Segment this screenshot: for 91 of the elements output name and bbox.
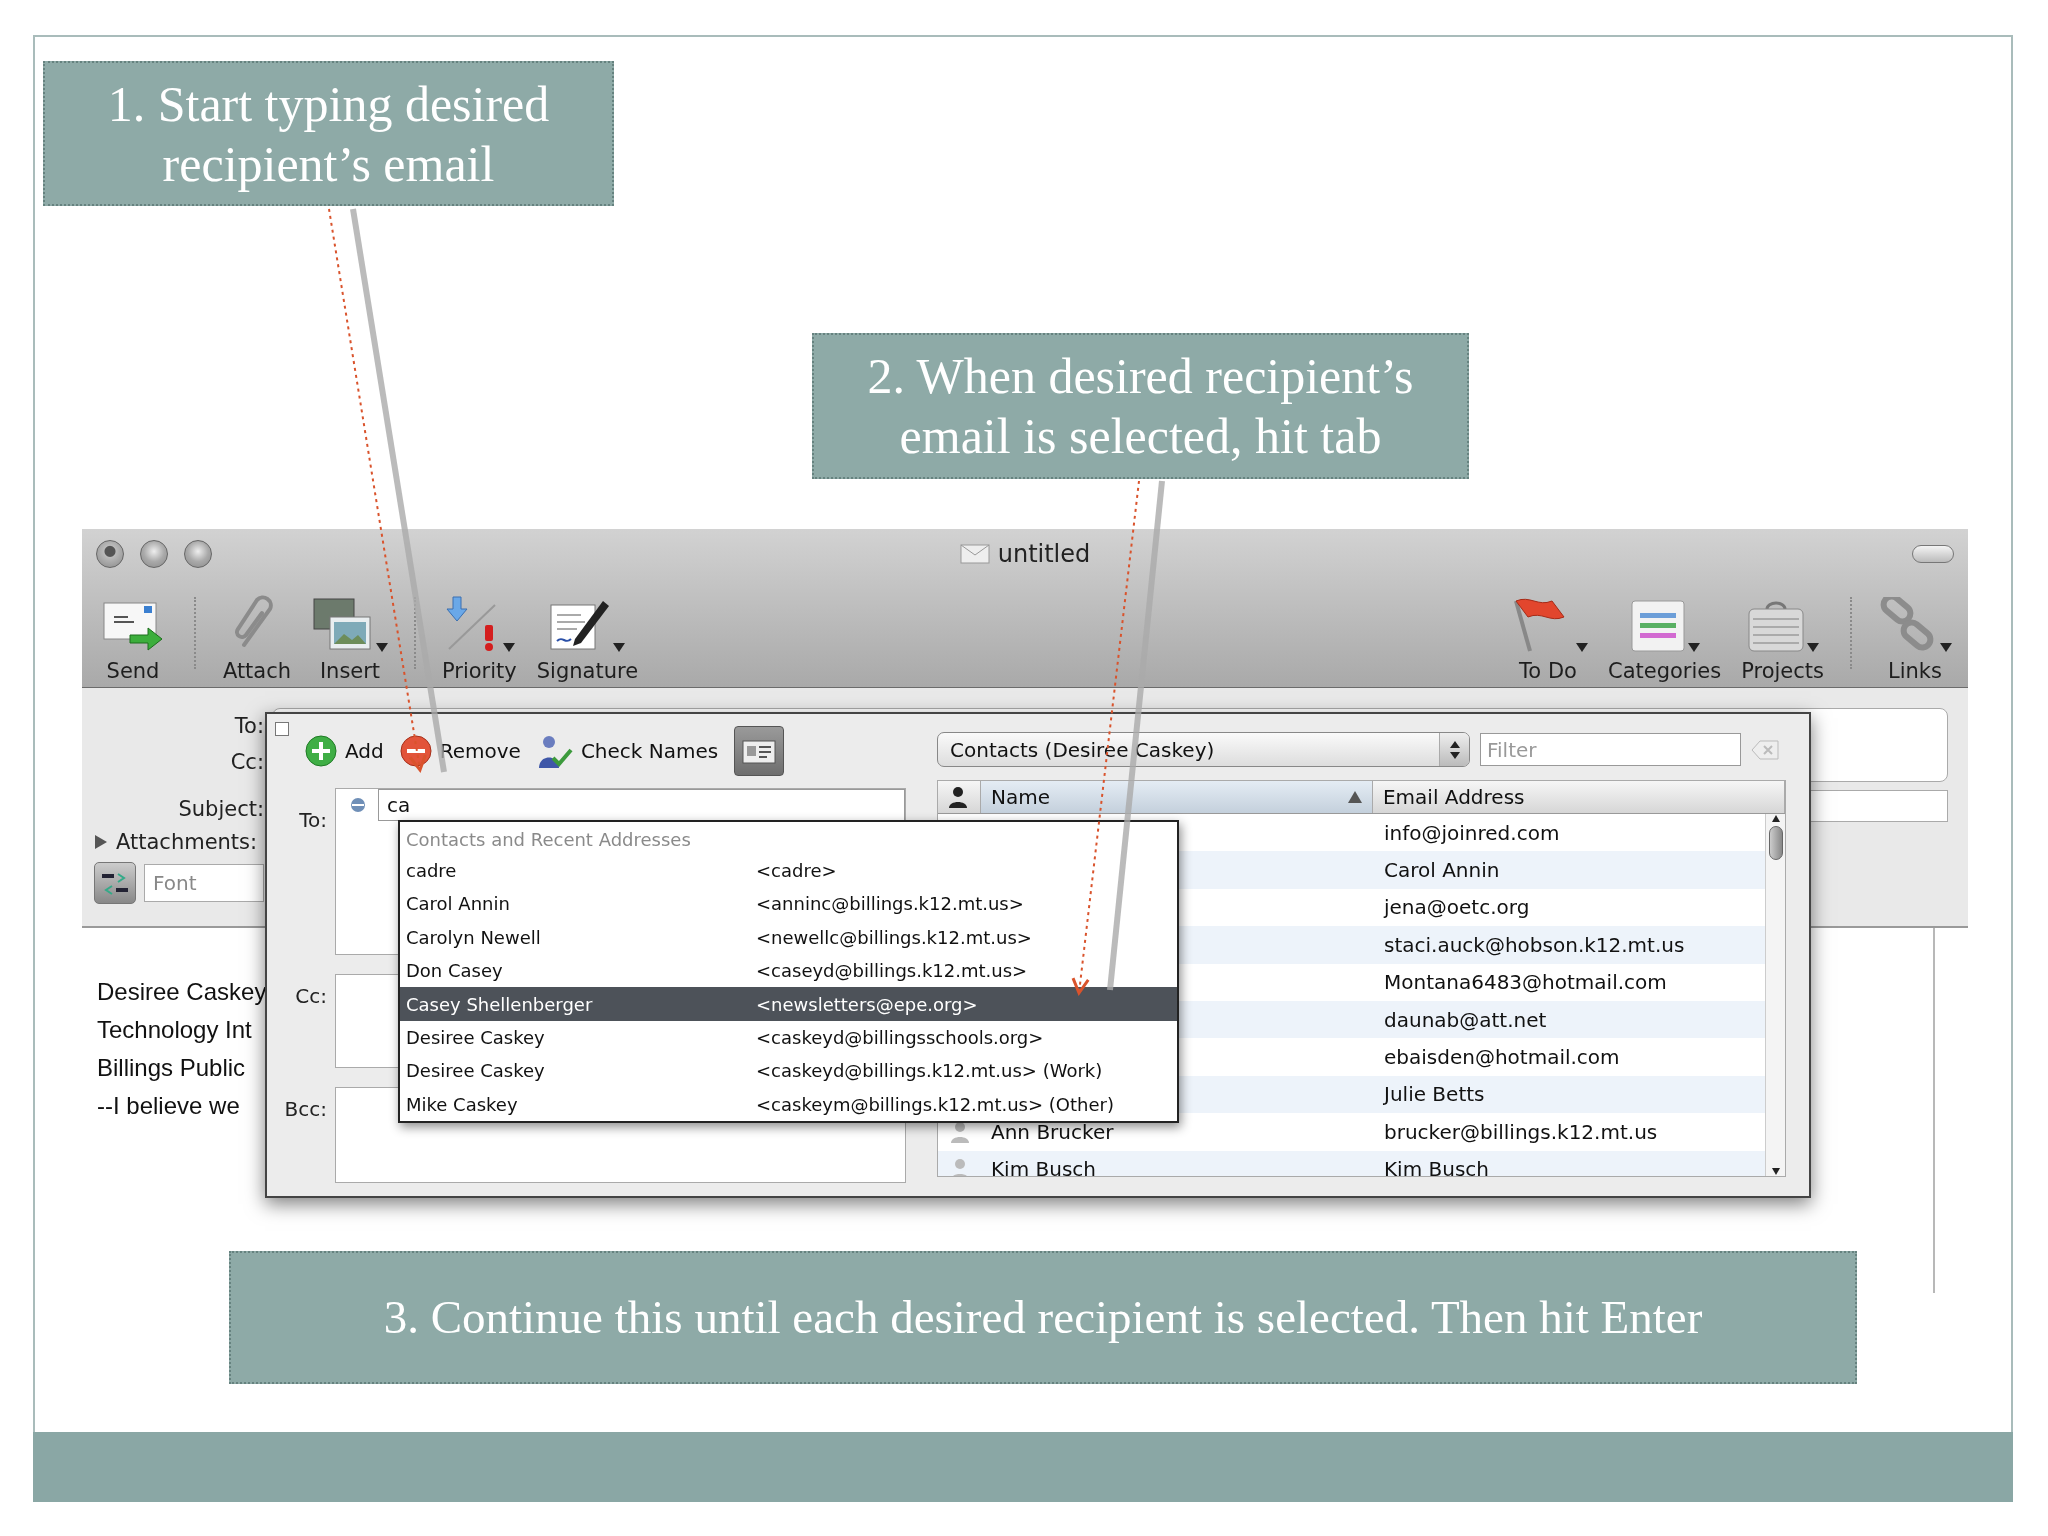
contact-address: <caskeyd@billingsschools.org> bbox=[756, 1027, 1044, 1049]
toolbar-button[interactable]: Check Names bbox=[536, 734, 719, 768]
table-cell: info@joinred.com bbox=[1384, 820, 1560, 845]
suggestion-item[interactable]: Carolyn Newell <newellc@billings.k12.mt.us> bbox=[400, 920, 1177, 955]
contact-name: Desiree Caskey bbox=[406, 1060, 546, 1082]
contacts-select[interactable]: Contacts (Desiree Caskey) bbox=[937, 732, 1470, 767]
table-cell: daunab@att.net bbox=[1384, 1007, 1547, 1032]
table-cell: Kim Busch bbox=[991, 1157, 1096, 1176]
contact-address: <newellc@billings.k12.mt.us> bbox=[756, 926, 1032, 948]
film-photo-icon bbox=[312, 597, 374, 653]
minus-icon bbox=[399, 735, 432, 767]
table-cell: ebaisden@hotmail.com bbox=[1384, 1045, 1620, 1070]
briefcase-icon bbox=[1746, 599, 1805, 653]
field-label: Cc: bbox=[230, 750, 264, 774]
person-icon bbox=[949, 1120, 970, 1143]
contact-address: <newsletters@epe.org> bbox=[756, 993, 978, 1015]
minimize-button[interactable] bbox=[140, 540, 168, 568]
contact-name: cadre bbox=[406, 860, 458, 882]
contact-name: Don Casey bbox=[406, 960, 504, 982]
table-cell: jena@oetc.org bbox=[1384, 895, 1530, 920]
plus-icon bbox=[305, 735, 337, 767]
list-icon bbox=[1629, 599, 1686, 653]
message-text: Technology Int bbox=[97, 1016, 252, 1044]
window-title: untitled bbox=[997, 540, 1091, 568]
suggestion-item[interactable]: Desiree Caskey <caskeyd@billings.k12.mt.us> (Work) bbox=[400, 1054, 1177, 1088]
close-button[interactable] bbox=[96, 540, 124, 568]
stepper-arrows-icon bbox=[1448, 739, 1461, 760]
address-card-button[interactable] bbox=[734, 726, 785, 776]
contact-name: Casey Shellenberger bbox=[406, 993, 594, 1015]
field-label: To: bbox=[298, 807, 327, 834]
toolbar-button[interactable]: Remove bbox=[399, 735, 521, 767]
toolbar-button[interactable]: Send bbox=[90, 579, 176, 683]
field-label: To: bbox=[234, 714, 264, 738]
toolbar-button[interactable]: To Do bbox=[1500, 579, 1596, 683]
contact-name: Carol Annin bbox=[406, 893, 511, 915]
contact-name: Desiree Caskey bbox=[406, 1027, 546, 1049]
field-label: Bcc: bbox=[283, 1096, 327, 1123]
person-check-icon bbox=[536, 734, 573, 768]
status-dot-icon bbox=[350, 797, 366, 813]
toolbar-button[interactable]: Categories bbox=[1600, 579, 1730, 683]
contact-name: Carolyn Newell bbox=[406, 926, 542, 948]
message-text: Desiree Caskey bbox=[97, 978, 267, 1006]
contact-address: <anninc@billings.k12.mt.us> bbox=[756, 893, 1024, 915]
format-button[interactable] bbox=[94, 862, 136, 904]
attachments-toggle[interactable]: Attachments: bbox=[94, 830, 258, 854]
address-input[interactable]: ca bbox=[378, 789, 905, 821]
contact-address: <cadre> bbox=[756, 860, 837, 882]
suggestion-item[interactable]: Desiree Caskey <caskeyd@billingsschools.org> bbox=[400, 1020, 1177, 1055]
table-cell: staci.auck@hobson.k12.mt.us bbox=[1384, 932, 1685, 957]
table-cell: Montana6483@hotmail.com bbox=[1384, 970, 1667, 995]
envelope-icon bbox=[959, 544, 990, 564]
person-icon bbox=[948, 786, 968, 808]
toolbar-toggle-button[interactable] bbox=[1912, 545, 1954, 563]
table-cell: Ann Brucker bbox=[991, 1119, 1114, 1144]
scroll-bar[interactable] bbox=[1765, 814, 1785, 1176]
callout-text: 1. Start typing desired recipient’s email bbox=[43, 61, 614, 206]
contact-address: <caskeym@billings.k12.mt.us> (Other) bbox=[756, 1093, 1114, 1115]
filter-field[interactable]: Filter bbox=[1480, 733, 1741, 766]
field-label: Cc: bbox=[294, 983, 327, 1010]
suggestion-item[interactable]: Mike Caskey <caskeym@billings.k12.mt.us> (Other) bbox=[400, 1087, 1177, 1122]
message-text: --I believe we bbox=[97, 1092, 240, 1120]
toolbar-button[interactable]: Projects bbox=[1733, 579, 1832, 683]
toolbar-button[interactable]: Links bbox=[1870, 579, 1960, 683]
callout-text: 3. Continue this until each desired recipient is selected. Then hit Enter bbox=[229, 1251, 1857, 1384]
message-text: Billings Public bbox=[97, 1054, 246, 1082]
suggestion-item[interactable]: cadre <cadre> bbox=[400, 853, 1177, 888]
table-cell: Carol Annin bbox=[1384, 858, 1500, 883]
toolbar-button[interactable]: Add bbox=[305, 735, 384, 767]
column-header[interactable]: Name bbox=[980, 781, 1373, 813]
address-card-icon bbox=[742, 737, 777, 765]
callout-text: 2. When desired recipient’s email is selected, hit tab bbox=[812, 333, 1469, 479]
table-cell: Kim Busch bbox=[1384, 1157, 1489, 1176]
contact-address: <caskeyd@billings.k12.mt.us> (Work) bbox=[756, 1060, 1103, 1082]
list-heading: Contacts and Recent Addresses bbox=[405, 827, 692, 852]
zoom-button[interactable] bbox=[184, 540, 212, 568]
suggestion-item[interactable]: Casey Shellenberger <newsletters@epe.org> bbox=[400, 987, 1177, 1021]
table-cell: Julie Betts bbox=[1384, 1082, 1485, 1107]
checkbox[interactable] bbox=[275, 722, 289, 736]
font-field[interactable]: Font bbox=[144, 864, 264, 902]
table-cell: brucker@billings.k12.mt.us bbox=[1384, 1119, 1658, 1144]
field-label: Subject: bbox=[178, 797, 264, 821]
sort-arrow-icon bbox=[1348, 791, 1362, 803]
contact-name: Mike Caskey bbox=[406, 1093, 519, 1115]
column-header[interactable]: Email Address bbox=[1373, 781, 1785, 813]
suggestion-item[interactable]: Don Casey <caseyd@billings.k12.mt.us> bbox=[400, 954, 1177, 988]
contact-address: <caseyd@billings.k12.mt.us> bbox=[756, 960, 1028, 982]
toolbar-button[interactable]: Priority bbox=[434, 579, 525, 683]
toolbar-button[interactable]: Insert bbox=[304, 579, 396, 683]
toolbar-button[interactable]: Signature bbox=[528, 579, 647, 683]
suggestion-item[interactable]: Carol Annin <anninc@billings.k12.mt.us> bbox=[400, 887, 1177, 921]
toolbar-button[interactable]: Attach bbox=[214, 579, 300, 683]
